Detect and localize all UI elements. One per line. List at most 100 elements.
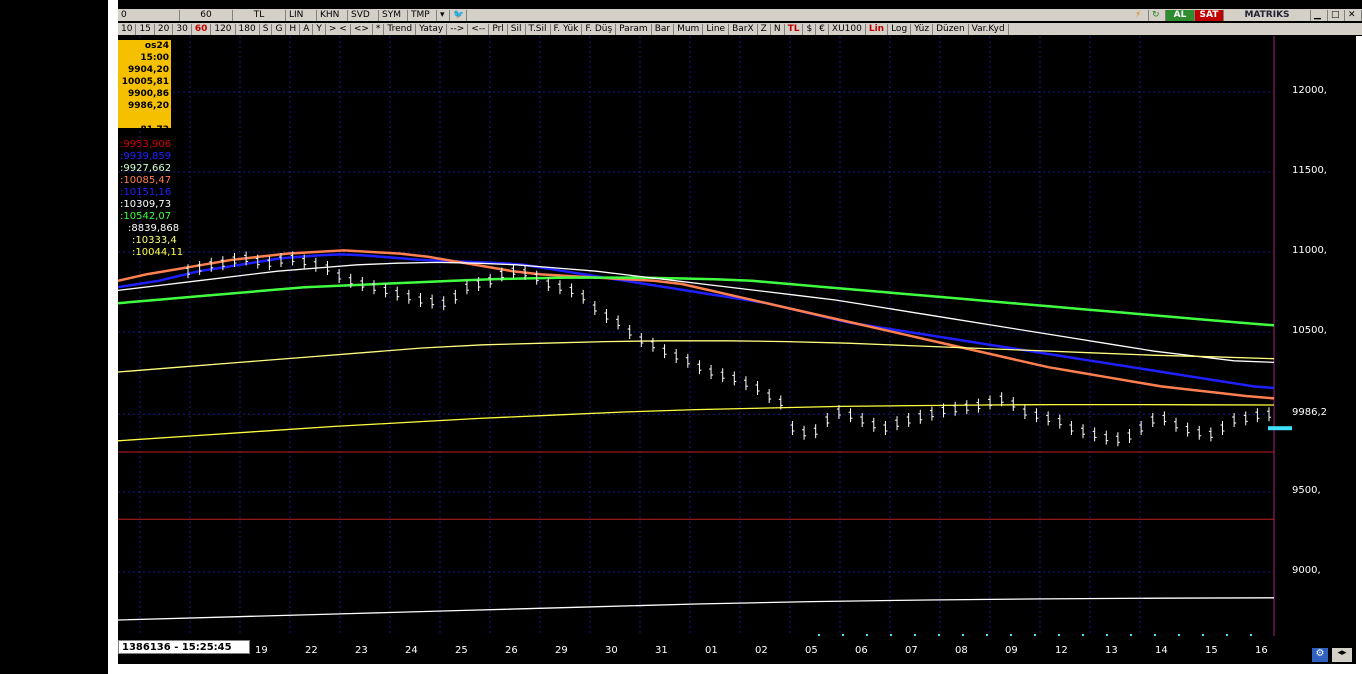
tool-17[interactable]: Z bbox=[758, 23, 771, 35]
period-4[interactable]: 60 bbox=[192, 23, 212, 35]
tool-19[interactable]: TL bbox=[785, 23, 804, 35]
x-tick-label: 07 bbox=[905, 645, 918, 656]
period-0[interactable]: 10 bbox=[118, 23, 137, 35]
scroll-buttons-icon[interactable]: ◂▸ bbox=[1332, 648, 1352, 662]
close-icon[interactable]: ✕ bbox=[1345, 9, 1362, 21]
chart-area[interactable] bbox=[117, 36, 1362, 639]
right-scroll-strip[interactable] bbox=[1356, 36, 1362, 674]
time-marker bbox=[866, 634, 868, 639]
tool-18[interactable]: N bbox=[771, 23, 785, 35]
x-tick-label: 06 bbox=[855, 645, 868, 656]
maximize-icon[interactable]: □ bbox=[1328, 9, 1345, 21]
tool-23[interactable]: Lin bbox=[866, 23, 889, 35]
period-9[interactable]: H bbox=[286, 23, 301, 35]
x-tick-label: 29 bbox=[555, 645, 568, 656]
tool-20[interactable]: $ bbox=[803, 23, 817, 35]
indicator-value: :9939,859 bbox=[120, 151, 172, 162]
time-marker bbox=[842, 634, 844, 639]
indicator-value: :10085,47 bbox=[120, 175, 172, 186]
tool-0[interactable]: > < bbox=[326, 23, 351, 35]
y-tick-label: 9000, bbox=[1292, 565, 1321, 576]
tool-7[interactable]: Prl bbox=[489, 23, 508, 35]
period-2[interactable]: 20 bbox=[155, 23, 174, 35]
tool-9[interactable]: T.Sil bbox=[526, 23, 551, 35]
toolbar-item-lin[interactable]: LIN bbox=[286, 9, 317, 21]
tool-14[interactable]: Mum bbox=[674, 23, 704, 35]
tool-8[interactable]: Sil bbox=[508, 23, 526, 35]
period-3[interactable]: 30 bbox=[173, 23, 192, 35]
y-tick-label: 9986,2 bbox=[1292, 407, 1327, 419]
toolbar-item-khn[interactable]: KHN bbox=[317, 9, 348, 21]
period-11[interactable]: Y bbox=[313, 23, 326, 35]
tool-22[interactable]: XU100 bbox=[829, 23, 866, 35]
x-tick-label: 23 bbox=[355, 645, 368, 656]
time-marker bbox=[914, 634, 916, 639]
refresh-icon[interactable]: ↻ bbox=[1149, 9, 1166, 21]
tool-1[interactable]: <> bbox=[351, 23, 373, 35]
tool-21[interactable]: € bbox=[816, 23, 829, 35]
time-marker bbox=[1082, 634, 1084, 639]
tool-16[interactable]: BarX bbox=[729, 23, 758, 35]
indicator-value: :10044,11 bbox=[132, 247, 184, 258]
time-marker bbox=[1034, 634, 1036, 639]
tool-2[interactable]: * bbox=[373, 23, 385, 35]
price-chart[interactable] bbox=[117, 36, 1362, 639]
toolbar-dropdown-icon[interactable]: ▾ bbox=[437, 9, 450, 21]
x-tick-label: 15 bbox=[1205, 645, 1218, 656]
sell-button[interactable]: SAT bbox=[1195, 9, 1224, 21]
time-marker bbox=[1058, 634, 1060, 639]
tool-15[interactable]: Line bbox=[703, 23, 730, 35]
settings-icon[interactable]: ⚙ bbox=[1312, 648, 1328, 662]
left-gutter bbox=[108, 0, 118, 674]
tool-10[interactable]: F. Yük bbox=[551, 23, 583, 35]
time-marker bbox=[962, 634, 964, 639]
toolbar-item-tmp[interactable]: TMP bbox=[408, 9, 437, 21]
tool-27[interactable]: Var.Kyd bbox=[969, 23, 1009, 35]
tool-3[interactable]: Trend bbox=[384, 23, 417, 35]
toolbar-item-period[interactable]: 60 bbox=[180, 9, 233, 21]
tool-26[interactable]: Düzen bbox=[933, 23, 969, 35]
time-marker bbox=[890, 634, 892, 639]
toolbar-item-currency[interactable]: TL bbox=[233, 9, 286, 21]
tool-25[interactable]: Yüz bbox=[911, 23, 934, 35]
period-6[interactable]: 180 bbox=[236, 23, 260, 35]
series-line bbox=[117, 249, 1275, 400]
x-tick-label: 19 bbox=[255, 645, 268, 656]
tool-13[interactable]: Bar bbox=[652, 23, 675, 35]
tool-4[interactable]: Yatay bbox=[416, 23, 448, 35]
status-box: 1386136 - 15:25:45 bbox=[118, 640, 250, 654]
toolbar-bottom: 10 15 20 30 60 120 180 S G H A Y > < <> * Trend Yatay -->… bbox=[118, 23, 1362, 35]
period-10[interactable]: A bbox=[300, 23, 314, 35]
time-marker bbox=[938, 634, 940, 639]
lightning-icon[interactable]: ⚡ bbox=[1132, 9, 1149, 21]
series-line bbox=[117, 253, 1275, 390]
period-8[interactable]: G bbox=[272, 23, 287, 35]
tool-6[interactable]: <-- bbox=[468, 23, 490, 35]
time-marker bbox=[1130, 634, 1132, 639]
indicator-value: :8839,868 bbox=[128, 223, 180, 234]
tool-24[interactable]: Log bbox=[888, 23, 912, 35]
x-tick-label: 12 bbox=[1055, 645, 1068, 656]
period-7[interactable]: S bbox=[260, 23, 273, 35]
matriks-logo: MATRIKS bbox=[1224, 9, 1311, 21]
time-marker bbox=[1154, 634, 1156, 639]
indicator-value: :9927,662 bbox=[120, 163, 172, 174]
minimize-icon[interactable]: ▁ bbox=[1311, 9, 1328, 21]
toolbar-item-0[interactable]: 0 bbox=[118, 9, 180, 21]
period-1[interactable]: 15 bbox=[136, 23, 155, 35]
x-tick-label: 30 bbox=[605, 645, 618, 656]
x-tick-label: 31 bbox=[655, 645, 668, 656]
time-marker bbox=[1178, 634, 1180, 639]
tool-12[interactable]: Param bbox=[616, 23, 652, 35]
period-5[interactable]: 120 bbox=[211, 23, 236, 35]
tool-5[interactable]: --> bbox=[447, 23, 469, 35]
x-tick-label: 16 bbox=[1255, 645, 1268, 656]
y-tick-label: 11000, bbox=[1292, 245, 1327, 256]
twitter-icon[interactable]: 🐦 bbox=[450, 9, 467, 21]
tool-11[interactable]: F. Düş bbox=[582, 23, 617, 35]
toolbar-item-sym[interactable]: SYM bbox=[379, 9, 408, 21]
x-tick-label: 26 bbox=[505, 645, 518, 656]
buy-button[interactable]: AL bbox=[1166, 9, 1195, 21]
series-line bbox=[117, 261, 1275, 364]
toolbar-item-svd[interactable]: SVD bbox=[348, 9, 379, 21]
